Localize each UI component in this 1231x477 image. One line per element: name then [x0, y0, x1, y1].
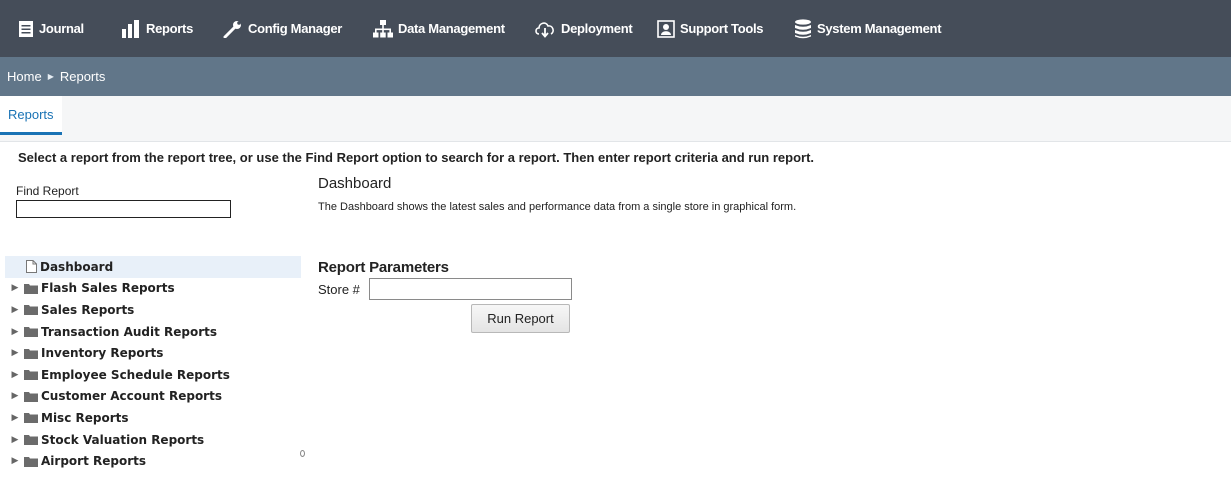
expand-arrow-icon[interactable]: ▶ [9, 348, 21, 358]
tree-item-label: Stock Valuation Reports [41, 432, 205, 447]
top-navigation-bar: Journal Reports Config Manager Data Mana… [0, 0, 1231, 57]
nav-system-management-label: System Management [817, 21, 942, 36]
tree-item-employee-schedule-reports[interactable]: ▶ Employee Schedule Reports [5, 364, 301, 386]
tree-item-transaction-audit-reports[interactable]: ▶ Transaction Audit Reports [5, 321, 301, 343]
store-number-input[interactable] [369, 278, 572, 300]
folder-icon [24, 456, 38, 467]
nav-system-management[interactable]: System Management [794, 0, 942, 57]
folder-icon [24, 434, 38, 446]
folder-icon [24, 283, 38, 294]
nav-reports-label: Reports [146, 21, 194, 36]
report-tree-panel: Find Report Dashboard ▶ Flash Sales Repo… [5, 170, 301, 477]
folder-icon [24, 369, 38, 381]
expand-arrow-icon[interactable]: ▶ [9, 283, 21, 293]
breadcrumb-separator-icon: ▶ [47, 72, 54, 81]
tree-item-inventory-reports[interactable]: ▶ Inventory Reports [5, 342, 301, 364]
breadcrumb-home[interactable]: Home [7, 69, 42, 84]
find-report-label: Find Report [16, 184, 79, 198]
database-icon [794, 18, 812, 39]
tree-item-label: Dashboard [40, 259, 114, 274]
nav-data-management[interactable]: Data Management [373, 0, 505, 57]
tree-item-label: Sales Reports [41, 302, 135, 317]
tree-item-label: Misc Reports [41, 410, 129, 425]
nav-journal[interactable]: Journal [18, 0, 84, 57]
tree-item-label: Customer Account Reports [41, 389, 222, 404]
breadcrumb: Home ▶ Reports [0, 57, 1231, 96]
tree-item-stock-valuation-reports[interactable]: ▶ Stock Valuation Reports [5, 429, 301, 451]
tab-bar: Reports [0, 96, 1231, 142]
nav-config-manager[interactable]: Config Manager [223, 0, 342, 57]
nav-support-tools[interactable]: Support Tools [657, 0, 764, 57]
folder-icon [24, 348, 38, 359]
run-report-button[interactable]: Run Report [471, 304, 570, 333]
journal-icon [18, 20, 34, 38]
tree-item-customer-account-reports[interactable]: ▶ Customer Account Reports [5, 386, 301, 408]
report-description: The Dashboard shows the latest sales and… [318, 201, 797, 213]
tree-item-dashboard[interactable]: Dashboard [5, 256, 301, 278]
expand-arrow-icon[interactable]: ▶ [9, 327, 21, 337]
bar-chart-icon [121, 19, 141, 38]
folder-icon [24, 412, 38, 424]
expand-arrow-icon[interactable]: ▶ [9, 435, 21, 445]
tree-item-label: Airport Reports [41, 454, 146, 469]
panel-splitter-handle[interactable] [300, 450, 305, 457]
breadcrumb-current: Reports [59, 69, 106, 84]
tree-item-misc-reports[interactable]: ▶ Misc Reports [5, 407, 301, 429]
report-tree: Dashboard ▶ Flash Sales Reports ▶ Sales … [5, 256, 301, 472]
tree-item-label: Transaction Audit Reports [41, 324, 218, 339]
report-title: Dashboard [318, 175, 392, 192]
nav-config-manager-label: Config Manager [248, 21, 343, 36]
tree-item-flash-sales-reports[interactable]: ▶ Flash Sales Reports [5, 278, 301, 300]
folder-icon [24, 304, 38, 316]
user-screen-icon [657, 19, 675, 38]
tab-reports[interactable]: Reports [0, 96, 62, 135]
wrench-icon [223, 20, 243, 38]
tree-item-sales-reports[interactable]: ▶ Sales Reports [5, 299, 301, 321]
nav-journal-label: Journal [39, 21, 84, 36]
hierarchy-icon [373, 19, 393, 38]
document-icon [26, 260, 37, 274]
expand-arrow-icon[interactable]: ▶ [9, 305, 21, 315]
expand-arrow-icon[interactable]: ▶ [9, 370, 21, 380]
tree-item-label: Employee Schedule Reports [41, 367, 230, 382]
nav-reports[interactable]: Reports [121, 0, 193, 57]
store-number-label: Store # [318, 282, 360, 297]
report-parameters-title: Report Parameters [318, 259, 449, 276]
expand-arrow-icon[interactable]: ▶ [9, 391, 21, 401]
download-cloud-icon [534, 20, 556, 38]
tree-item-label: Inventory Reports [41, 346, 164, 361]
nav-support-tools-label: Support Tools [680, 21, 764, 36]
tree-item-label: Flash Sales Reports [41, 281, 175, 296]
expand-arrow-icon[interactable]: ▶ [9, 456, 21, 466]
instruction-text: Select a report from the report tree, or… [18, 150, 815, 165]
nav-deployment-label: Deployment [561, 21, 633, 36]
expand-arrow-icon[interactable]: ▶ [9, 413, 21, 423]
folder-icon [24, 326, 38, 338]
find-report-input[interactable] [16, 200, 231, 218]
nav-deployment[interactable]: Deployment [534, 0, 633, 57]
nav-data-management-label: Data Management [398, 21, 505, 36]
tree-item-airport-reports[interactable]: ▶ Airport Reports [5, 450, 301, 472]
folder-icon [24, 391, 38, 402]
